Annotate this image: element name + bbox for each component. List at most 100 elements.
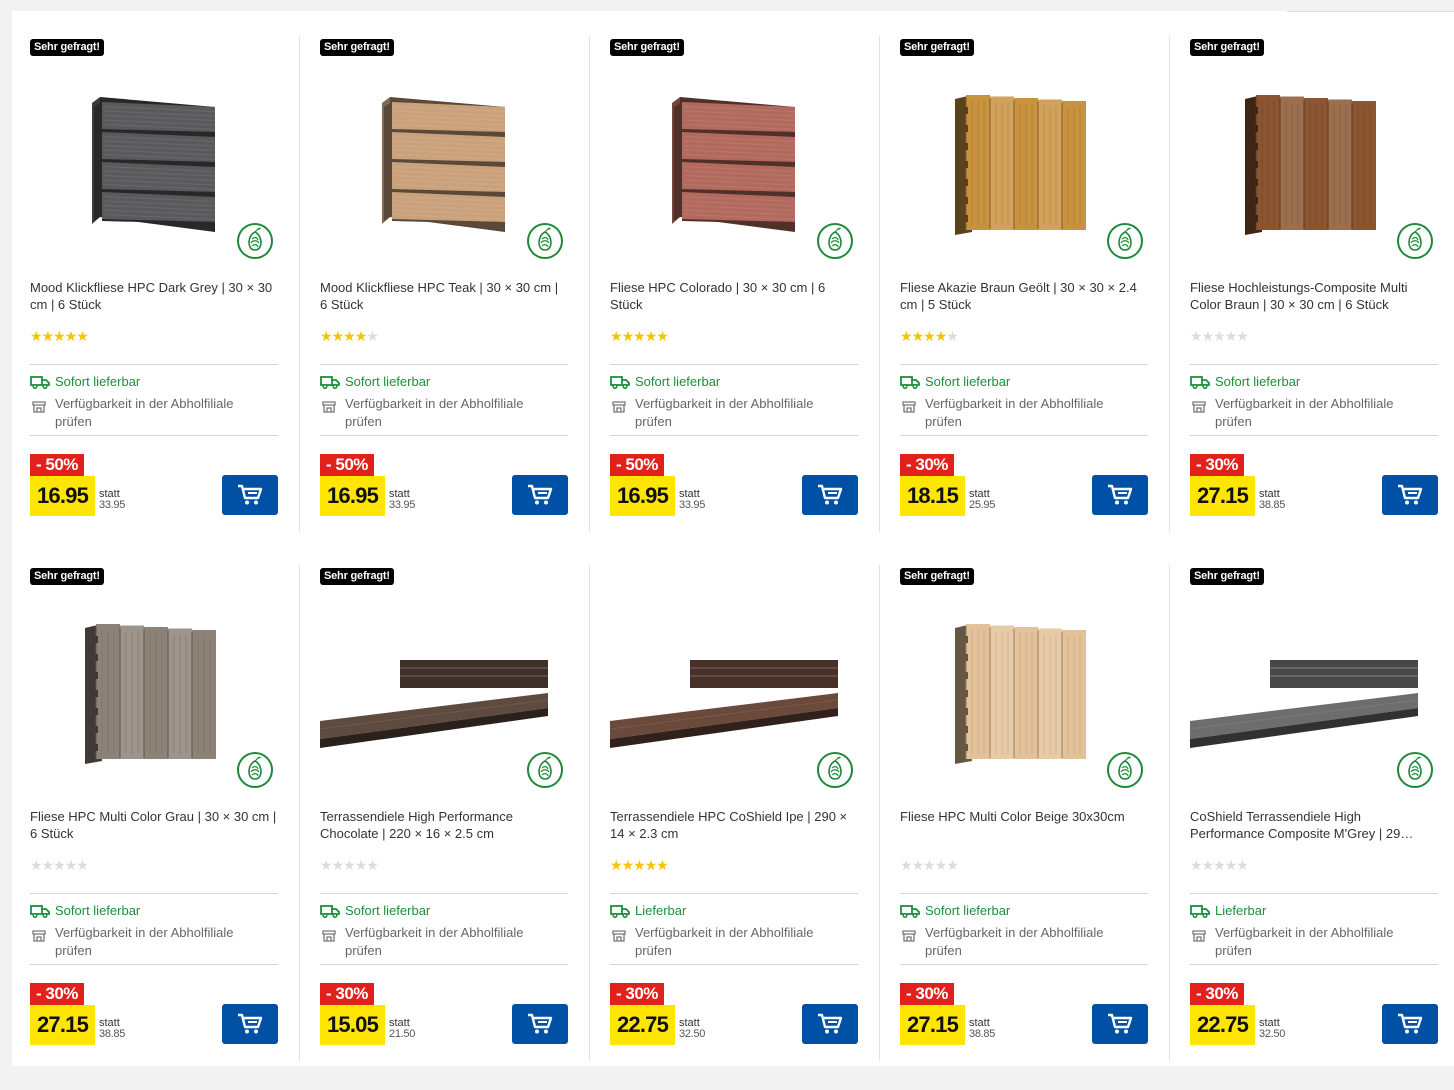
eco-fingerprint-icon: [817, 752, 853, 788]
star-icon: ★: [900, 328, 913, 344]
star-icon: ★: [53, 857, 66, 873]
add-to-cart-button[interactable]: [1092, 475, 1148, 515]
star-icon: ★: [1213, 328, 1226, 344]
product-card[interactable]: Sehr gefragt! Terrassendiele High Perform…: [299, 561, 610, 1090]
divider: [610, 364, 858, 365]
price: 16.95: [30, 476, 96, 516]
price: 16.95: [610, 476, 676, 516]
product-title[interactable]: Fliese HPC Multi Color Grau | 30 × 30 cm…: [30, 808, 278, 842]
star-icon: ★: [656, 857, 669, 873]
eco-fingerprint-icon: [1397, 752, 1433, 788]
star-icon: ★: [946, 857, 959, 873]
old-price: statt 32.50: [679, 1017, 706, 1040]
star-icon: ★: [366, 328, 379, 344]
divider: [1190, 364, 1438, 365]
star-icon: ★: [41, 328, 55, 344]
old-price: statt 33.95: [99, 488, 126, 511]
divider: [1287, 11, 1454, 12]
product-card[interactable]: Sehr gefragt! Mood Klickfliese HPC Dark G…: [30, 32, 320, 561]
add-to-cart-button[interactable]: [802, 1004, 858, 1044]
star-icon: ★: [343, 857, 356, 873]
popular-badge: Sehr gefragt!: [30, 568, 104, 585]
price: 15.05: [320, 1005, 386, 1045]
star-icon: ★: [41, 857, 55, 873]
product-card[interactable]: Sehr gefragt! Fliese HPC Colorado | 30 × …: [589, 32, 900, 561]
store-availability-link[interactable]: Verfügbarkeit in der Abholfiliale prüfen: [30, 395, 278, 431]
divider: [320, 893, 568, 894]
product-title[interactable]: Fliese Hochleistungs-Composite Multi Col…: [1190, 279, 1438, 313]
star-icon: ★: [633, 857, 646, 873]
product-grid: Sehr gefragt! Mood Klickfliese HPC Dark G…: [30, 32, 1450, 1090]
star-icon: ★: [911, 857, 925, 873]
eco-fingerprint-icon: [817, 223, 853, 259]
store-availability-link[interactable]: Verfügbarkeit in der Abholfiliale prüfen: [1190, 395, 1438, 431]
eco-fingerprint-icon: [527, 223, 563, 259]
price: 22.75: [610, 1005, 676, 1045]
divider: [610, 435, 858, 436]
discount-badge: - 50%: [320, 454, 374, 476]
add-to-cart-button[interactable]: [1382, 1004, 1438, 1044]
product-card[interactable]: Terrassendiele HPC CoShield Ipe | 290 × …: [589, 561, 900, 1090]
popular-badge: Sehr gefragt!: [30, 39, 104, 56]
divider: [320, 435, 568, 436]
product-card[interactable]: Sehr gefragt! CoShield Terrassendiele Hig…: [1169, 561, 1454, 1090]
divider: [30, 364, 278, 365]
eco-fingerprint-icon: [237, 752, 273, 788]
eco-fingerprint-icon: [1107, 752, 1143, 788]
add-to-cart-button[interactable]: [512, 475, 568, 515]
star-icon: ★: [900, 857, 913, 873]
star-icon: ★: [366, 857, 379, 873]
star-icon: ★: [923, 857, 936, 873]
star-icon: ★: [53, 328, 66, 344]
store-availability-link[interactable]: Verfügbarkeit in der Abholfiliale prüfen: [320, 924, 568, 960]
star-icon: ★: [30, 328, 43, 344]
add-to-cart-button[interactable]: [512, 1004, 568, 1044]
product-title[interactable]: Terrassendiele HPC CoShield Ipe | 290 × …: [610, 808, 858, 842]
add-to-cart-button[interactable]: [1382, 475, 1438, 515]
add-to-cart-button[interactable]: [222, 475, 278, 515]
store-availability-link[interactable]: Verfügbarkeit in der Abholfiliale prüfen: [30, 924, 278, 960]
star-icon: ★: [331, 328, 345, 344]
store-availability-link[interactable]: Verfügbarkeit in der Abholfiliale prüfen: [900, 924, 1148, 960]
store-availability-link[interactable]: Verfügbarkeit in der Abholfiliale prüfen: [610, 924, 858, 960]
divider: [900, 435, 1148, 436]
product-title[interactable]: Mood Klickfliese HPC Dark Grey | 30 × 30…: [30, 279, 278, 313]
add-to-cart-button[interactable]: [222, 1004, 278, 1044]
store-availability-link[interactable]: Verfügbarkeit in der Abholfiliale prüfen: [900, 395, 1148, 431]
price: 27.15: [900, 1005, 966, 1045]
popular-badge: Sehr gefragt!: [900, 39, 974, 56]
product-card[interactable]: Sehr gefragt! Fliese HPC Multi Color Grau…: [30, 561, 320, 1090]
eco-fingerprint-icon: [527, 752, 563, 788]
price: 16.95: [320, 476, 386, 516]
price: 18.15: [900, 476, 966, 516]
star-icon: ★: [644, 328, 658, 344]
popular-badge: Sehr gefragt!: [610, 39, 684, 56]
store-availability-link[interactable]: Verfügbarkeit in der Abholfiliale prüfen: [610, 395, 858, 431]
add-to-cart-button[interactable]: [1092, 1004, 1148, 1044]
divider: [1190, 435, 1438, 436]
store-availability-link[interactable]: Verfügbarkeit in der Abholfiliale prüfen: [320, 395, 568, 431]
product-card[interactable]: Sehr gefragt! Fliese Akazie Braun Geölt |…: [879, 32, 1190, 561]
rating-stars: ★★★★★: [900, 328, 959, 344]
star-icon: ★: [610, 328, 623, 344]
star-icon: ★: [946, 328, 959, 344]
old-price: statt 38.85: [99, 1017, 126, 1040]
product-card[interactable]: Sehr gefragt! Fliese Hochleistungs-Compos…: [1169, 32, 1454, 561]
product-title[interactable]: Fliese Akazie Braun Geölt | 30 × 30 × 2.…: [900, 279, 1148, 313]
product-title[interactable]: Fliese HPC Multi Color Beige 30x30cm: [900, 808, 1148, 842]
product-card[interactable]: Sehr gefragt! Fliese HPC Multi Color Beig…: [879, 561, 1190, 1090]
popular-badge: Sehr gefragt!: [1190, 568, 1264, 585]
product-title[interactable]: Fliese HPC Colorado | 30 × 30 cm | 6 Stü…: [610, 279, 858, 313]
product-card[interactable]: Sehr gefragt! Mood Klickfliese HPC Teak |…: [299, 32, 610, 561]
star-icon: ★: [320, 857, 333, 873]
product-title[interactable]: CoShield Terrassendiele High Performance…: [1190, 808, 1438, 842]
product-title[interactable]: Mood Klickfliese HPC Teak | 30 × 30 cm |…: [320, 279, 568, 313]
old-price: statt 32.50: [1259, 1017, 1286, 1040]
divider: [320, 364, 568, 365]
store-availability-link[interactable]: Verfügbarkeit in der Abholfiliale prüfen: [1190, 924, 1438, 960]
price: 27.15: [1190, 476, 1256, 516]
add-to-cart-button[interactable]: [802, 475, 858, 515]
product-title[interactable]: Terrassendiele High Performance Chocolat…: [320, 808, 568, 842]
star-icon: ★: [354, 857, 368, 873]
eco-fingerprint-icon: [237, 223, 273, 259]
